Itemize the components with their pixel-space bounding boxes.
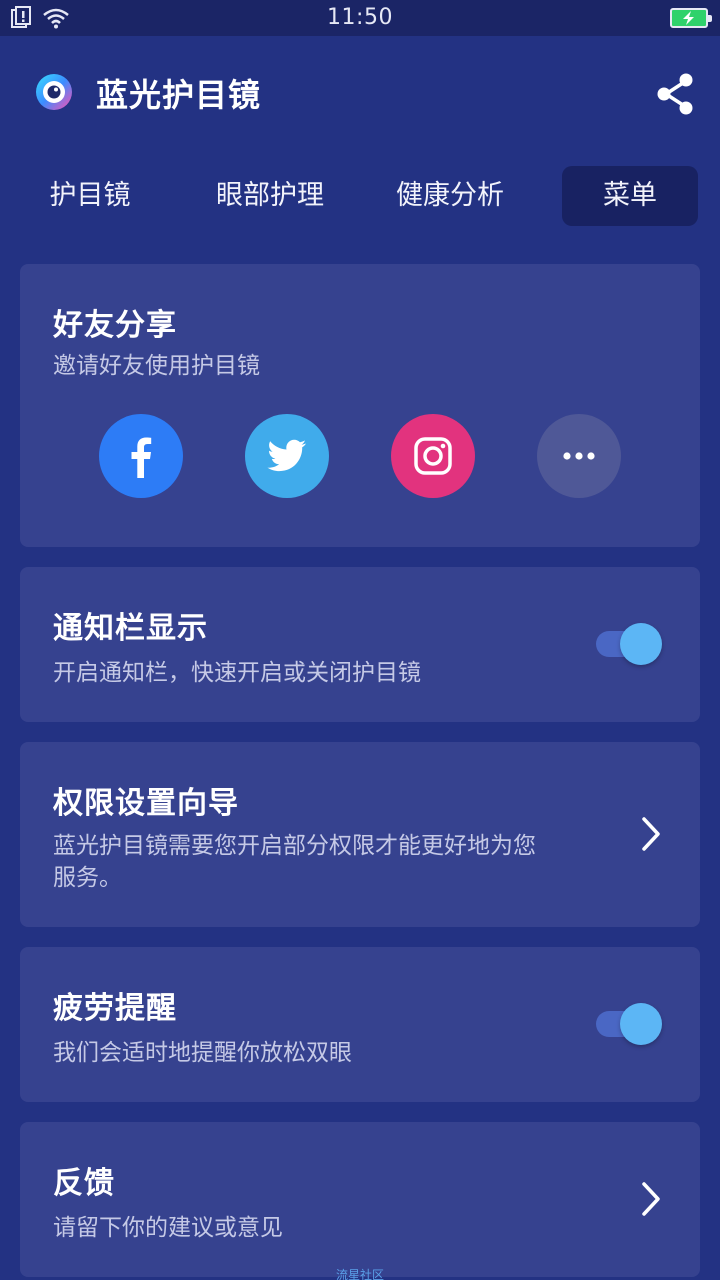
status-time: 11:50	[327, 5, 393, 30]
notification-card-description: 开启通知栏，快速开启或关闭护目镜	[53, 660, 421, 686]
tab-eye-protection[interactable]: 护目镜	[30, 166, 150, 226]
fatigue-card-title: 疲劳提醒	[53, 991, 177, 1026]
share-card-description: 邀请好友使用护目镜	[53, 353, 260, 379]
tab-eye-care[interactable]: 眼部护理	[200, 166, 340, 226]
feedback-card-title: 反馈	[53, 1166, 115, 1201]
facebook-icon	[131, 437, 152, 478]
status-bar: 11:50	[0, 0, 720, 36]
more-share-button[interactable]	[537, 414, 621, 498]
instagram-icon	[414, 437, 452, 475]
feedback-card-description: 请留下你的建议或意见	[53, 1215, 283, 1241]
notification-bar-card[interactable]: 通知栏显示 开启通知栏，快速开启或关闭护目镜	[20, 567, 700, 722]
chevron-right-icon	[634, 1179, 666, 1219]
screen: 11:50 蓝光护目镜 护目镜 眼部护理 健康分析 菜单 好友分享 邀请好友使用…	[0, 0, 720, 1280]
permission-guide-card[interactable]: 权限设置向导 蓝光护目镜需要您开启部分权限才能更好地为您 服务。	[20, 742, 700, 927]
feedback-card[interactable]: 反馈 请留下你的建议或意见	[20, 1122, 700, 1277]
permission-card-description-line1: 蓝光护目镜需要您开启部分权限才能更好地为您	[53, 833, 536, 859]
facebook-share-button[interactable]	[99, 414, 183, 498]
tab-menu[interactable]: 菜单	[562, 166, 698, 226]
twitter-share-button[interactable]	[245, 414, 329, 498]
eye-logo-icon	[34, 72, 74, 112]
battery-charging-icon	[670, 8, 712, 28]
fatigue-card-description: 我们会适时地提醒你放松双眼	[53, 1040, 352, 1066]
fatigue-reminder-card[interactable]: 疲劳提醒 我们会适时地提醒你放松双眼	[20, 947, 700, 1102]
share-card: 好友分享 邀请好友使用护目镜	[20, 264, 700, 547]
share-card-title: 好友分享	[53, 308, 177, 343]
fatigue-toggle[interactable]	[596, 1003, 666, 1045]
toggle-knob	[620, 1003, 662, 1045]
permission-card-title: 权限设置向导	[53, 786, 239, 821]
notification-toggle[interactable]	[596, 623, 666, 665]
app-title: 蓝光护目镜	[96, 76, 262, 114]
instagram-share-button[interactable]	[391, 414, 475, 498]
watermark: 流星社区	[335, 1268, 384, 1280]
tab-health-analysis[interactable]: 健康分析	[380, 166, 520, 226]
share-button[interactable]	[652, 70, 700, 118]
toggle-knob	[620, 623, 662, 665]
chevron-right-icon	[634, 814, 666, 854]
twitter-icon	[267, 439, 306, 472]
permission-card-description-line2: 服务。	[53, 865, 122, 891]
notification-card-title: 通知栏显示	[53, 611, 208, 646]
more-icon	[563, 452, 595, 460]
share-icon	[657, 73, 693, 115]
tab-bar: 护目镜 眼部护理 健康分析 菜单	[0, 166, 720, 226]
app-header: 蓝光护目镜	[0, 36, 720, 148]
